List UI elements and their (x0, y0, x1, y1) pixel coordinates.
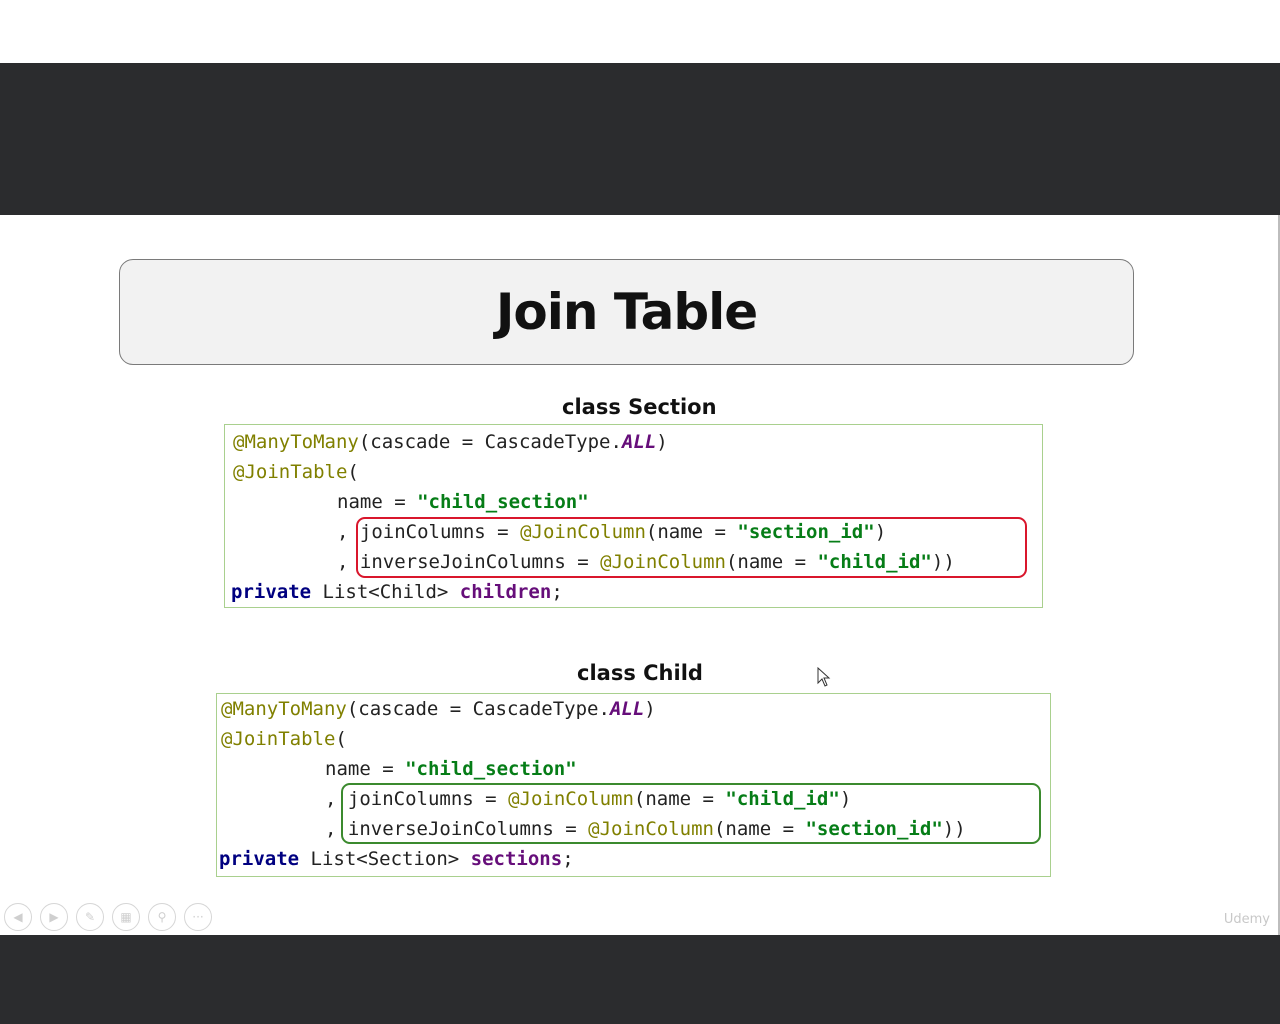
next-slide-icon[interactable]: ▶ (40, 903, 68, 931)
top-dark-bar (0, 63, 1280, 215)
pen-icon[interactable]: ✎ (76, 903, 104, 931)
slides-grid-icon[interactable]: ▦ (112, 903, 140, 931)
mouse-pointer-icon (817, 667, 831, 687)
top-margin (0, 0, 1280, 63)
child-class-label: class Child (577, 661, 703, 685)
code-line: private List<Child> children; (231, 581, 563, 603)
udemy-watermark: Udemy (1223, 912, 1270, 927)
bottom-dark-bar (0, 935, 1280, 1024)
code-line: @JoinTable( (221, 728, 347, 750)
join-columns-highlight (356, 517, 1027, 578)
code-line: @ManyToMany(cascade = CascadeType.ALL) (221, 698, 656, 720)
section-code-box: @ManyToMany(cascade = CascadeType.ALL) @… (224, 424, 1043, 608)
code-line: @ManyToMany(cascade = CascadeType.ALL) (233, 431, 668, 453)
code-line: name = "child_section" (325, 758, 577, 780)
slideshow-controls: ◀ ▶ ✎ ▦ ⚲ ··· (4, 903, 212, 931)
section-class-label: class Section (562, 395, 717, 419)
child-code-box: @ManyToMany(cascade = CascadeType.ALL) @… (216, 693, 1051, 877)
previous-slide-icon[interactable]: ◀ (4, 903, 32, 931)
code-line: name = "child_section" (337, 491, 589, 513)
join-columns-highlight (341, 783, 1041, 844)
slide-title: Join Table (495, 283, 758, 341)
code-line: @JoinTable( (233, 461, 359, 483)
zoom-icon[interactable]: ⚲ (148, 903, 176, 931)
slide-title-box: Join Table (119, 259, 1134, 365)
more-options-icon[interactable]: ··· (184, 903, 212, 931)
presentation-slide: Join Table class Section @ManyToMany(cas… (0, 215, 1280, 935)
code-line: private List<Section> sections; (219, 848, 574, 870)
